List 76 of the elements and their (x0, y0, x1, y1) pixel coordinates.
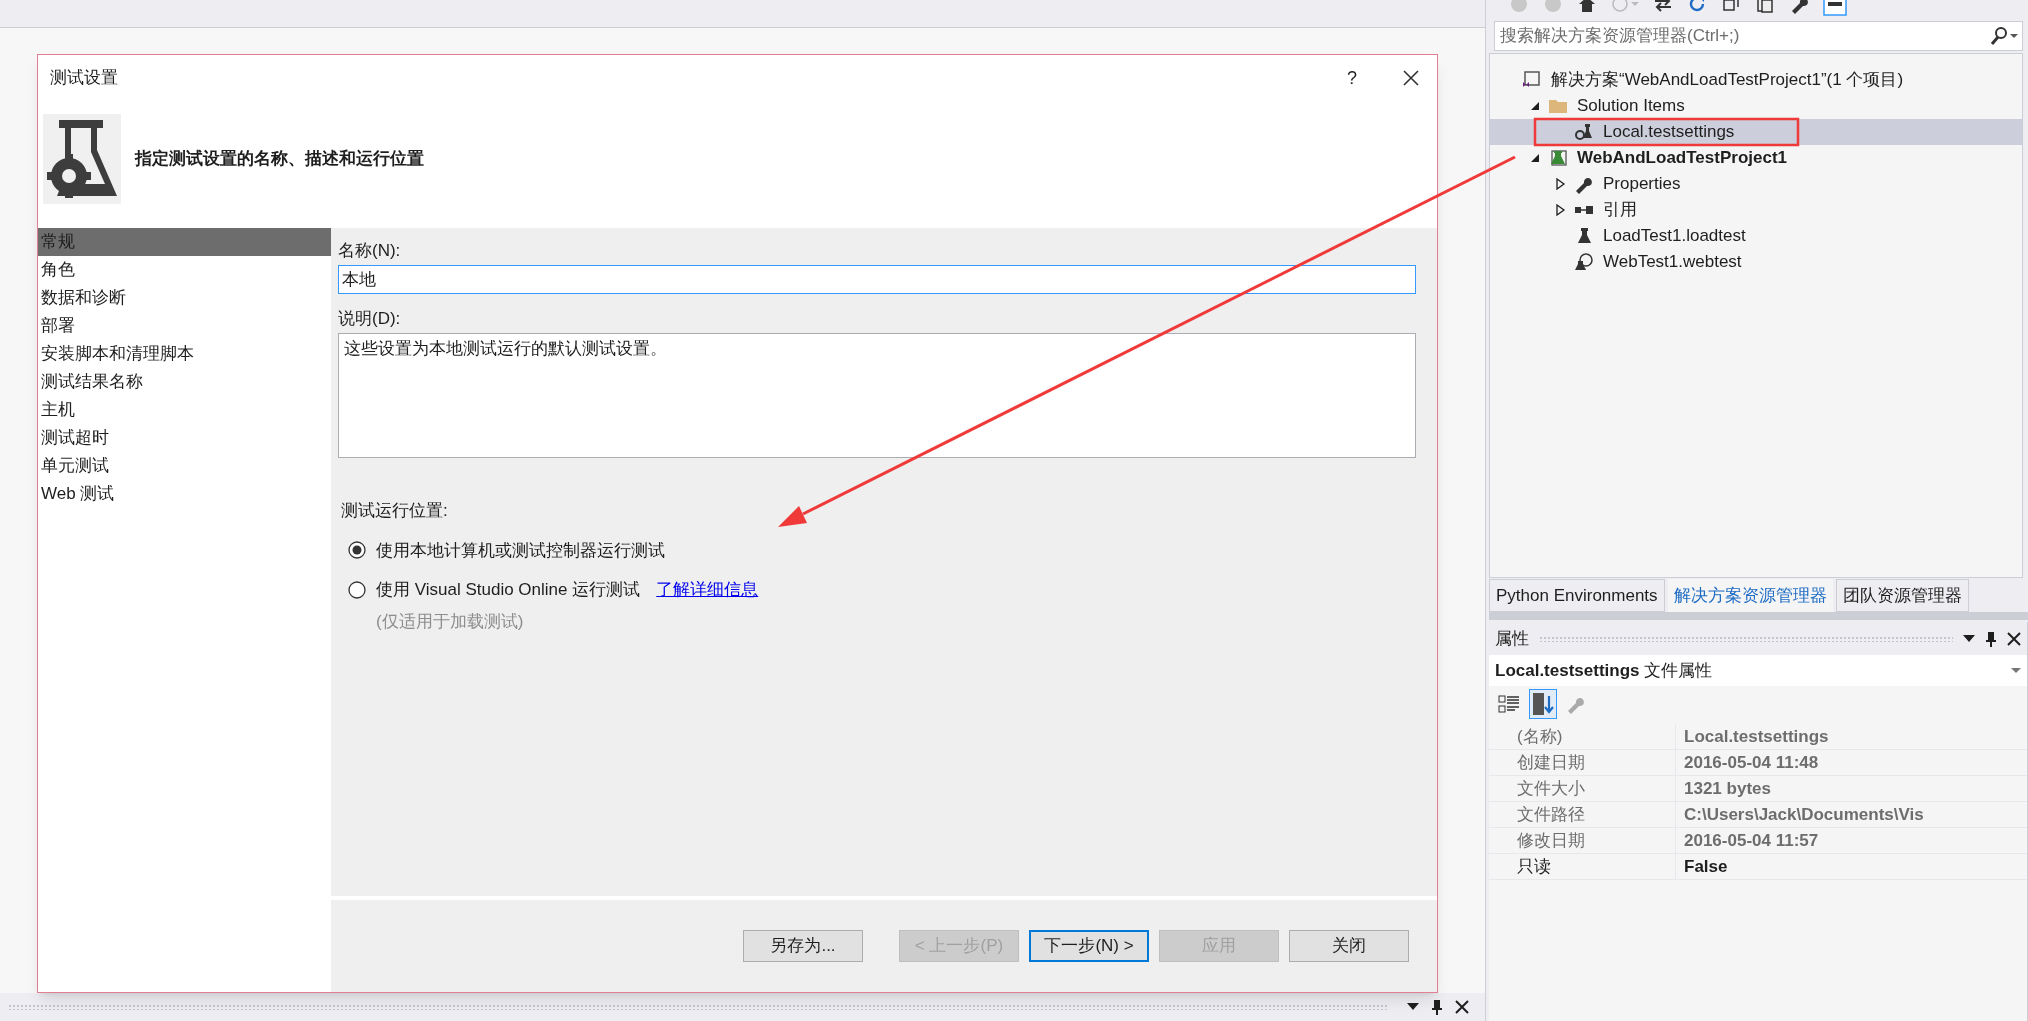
panel-title-bar: 属性 (1489, 622, 2027, 655)
copy-icon[interactable] (1755, 0, 1775, 14)
search-icon[interactable] (1990, 27, 2018, 45)
pin-icon[interactable] (1823, 0, 1847, 16)
expander-icon[interactable] (1556, 178, 1566, 190)
dialog-button[interactable]: 下一步(N) > (1029, 930, 1149, 962)
expander-icon[interactable] (1530, 153, 1540, 163)
pin-icon[interactable] (1985, 630, 1997, 647)
tree-item[interactable]: Solution Items (1577, 93, 1685, 119)
nav-item[interactable]: 测试结果名称 (38, 368, 331, 396)
radio-note: (仅适用于加载测试) (376, 610, 525, 633)
pin-icon[interactable] (1431, 999, 1443, 1015)
name-input[interactable]: 本地 (338, 265, 1416, 294)
sync-icon[interactable] (1653, 0, 1673, 14)
field-label: 名称(N): (338, 240, 402, 262)
nav-item[interactable]: 测试超时 (38, 424, 331, 452)
nav-item[interactable]: Web 测试 (38, 480, 331, 508)
dialog-button[interactable]: 关闭 (1289, 930, 1409, 962)
property-name: (名称) (1516, 726, 1564, 748)
property-value[interactable]: False (1675, 854, 2027, 879)
flask-gear-icon (1574, 122, 1594, 142)
tree-item[interactable]: WebAndLoadTestProject1 (1577, 145, 1787, 171)
property-name: 只读 (1516, 856, 1552, 878)
object-selector[interactable]: Local.testsettings 文件属性 (1489, 655, 2027, 686)
nav-item[interactable]: 安装脚本和清理脚本 (38, 340, 331, 368)
collapse-icon[interactable] (1721, 0, 1741, 14)
tree-item[interactable]: WebTest1.webtest (1603, 249, 1742, 275)
learn-more-link[interactable]: 了解详细信息 (656, 577, 759, 603)
search-field[interactable]: 搜索解决方案资源管理器(Ctrl+;) (1494, 21, 2023, 51)
property-value[interactable]: C:\Users\Jack\Documents\Vis (1675, 802, 2027, 827)
tree-item[interactable]: Properties (1603, 171, 1681, 197)
flask-gear-icon (43, 113, 121, 204)
property-name: 文件路径 (1516, 804, 1586, 826)
dialog-button[interactable]: 另存为... (743, 930, 863, 962)
property-value[interactable]: 2016-05-04 11:57 (1675, 828, 2027, 853)
nav-item[interactable]: 主机 (38, 396, 331, 424)
property-name: 创建日期 (1516, 752, 1586, 774)
toolbar-button[interactable] (1529, 689, 1557, 719)
section-label: 测试运行位置: (341, 500, 449, 522)
close-icon[interactable] (2007, 631, 2021, 646)
radio-label[interactable]: 使用 Visual Studio Online 运行测试 (376, 577, 641, 603)
dialog-heading: 指定测试设置的名称、描述和运行位置 (135, 147, 424, 170)
close-icon[interactable] (1455, 1000, 1469, 1014)
nav-item[interactable]: 部署 (38, 312, 331, 340)
close-icon[interactable] (1403, 70, 1419, 86)
panel-tab[interactable]: Python Environments (1489, 579, 1665, 612)
panel-tab[interactable]: 解决方案资源管理器 (1667, 579, 1833, 612)
description-input[interactable]: 这些设置为本地测试运行的默认测试设置。 (338, 333, 1416, 458)
refresh-icon[interactable] (1687, 0, 1707, 14)
tree-item[interactable]: 解决方案“WebAndLoadTestProject1”(1 个项目) (1551, 67, 1904, 93)
solution-icon (1522, 70, 1542, 90)
nav-item[interactable]: 单元测试 (38, 452, 331, 480)
globe-flask-icon (1574, 252, 1594, 272)
categorized-icon (1498, 693, 1520, 715)
home-icon[interactable] (1577, 0, 1597, 14)
radio-label[interactable]: 使用本地计算机或测试控制器运行测试 (376, 537, 665, 563)
nav-item[interactable]: 数据和诊断 (38, 284, 331, 312)
property-value[interactable]: 2016-05-04 11:48 (1675, 750, 2027, 775)
help-button[interactable]: ? (1337, 64, 1367, 92)
dropdown-icon[interactable] (1963, 634, 1975, 643)
panel-tab[interactable]: 团队资源管理器 (1835, 579, 1969, 612)
property-name: 修改日期 (1516, 830, 1586, 852)
nav-item[interactable]: 角色 (38, 256, 331, 284)
dialog-title: 测试设置 (50, 67, 118, 90)
project-icon (1548, 148, 1568, 168)
radio-button[interactable] (348, 580, 366, 599)
property-value[interactable]: Local.testsettings (1675, 724, 2027, 749)
property-value[interactable]: 1321 bytes (1675, 776, 2027, 801)
field-label: 说明(D): (338, 308, 402, 330)
tree-item[interactable]: 引用 (1603, 197, 1637, 223)
expander-icon[interactable] (1556, 204, 1566, 216)
dropdown-icon[interactable] (1407, 1003, 1419, 1011)
tree-item[interactable]: LoadTest1.loadtest (1603, 223, 1746, 249)
expander-icon[interactable] (1530, 101, 1540, 111)
property-name: 文件大小 (1516, 778, 1586, 800)
radio-button[interactable] (348, 541, 366, 560)
